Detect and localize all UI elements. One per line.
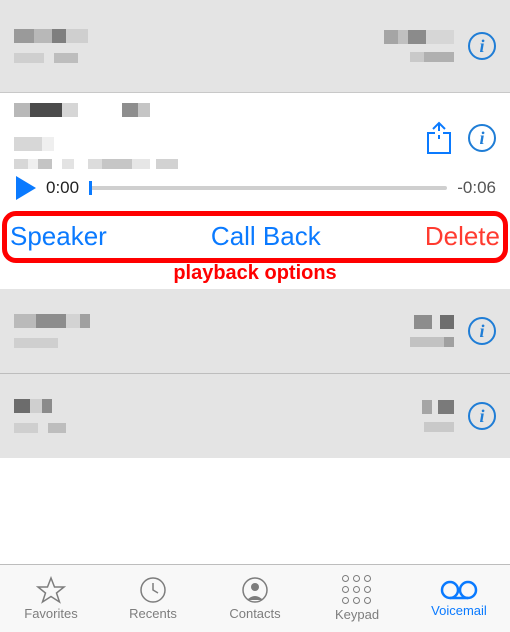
keypad-icon: [342, 575, 372, 605]
delete-button[interactable]: Delete: [425, 221, 500, 252]
tab-label: Contacts: [229, 606, 280, 621]
redacted-sub: [14, 53, 384, 63]
tab-label: Keypad: [335, 607, 379, 622]
redacted-caller: [14, 399, 422, 413]
tab-recents[interactable]: Recents: [102, 565, 204, 632]
info-icon[interactable]: i: [468, 32, 496, 60]
redacted-caller: [14, 29, 384, 43]
tab-bar: Favorites Recents Contacts Keypad Voicem…: [0, 564, 510, 632]
share-icon[interactable]: [424, 121, 454, 155]
redacted-caller: [14, 314, 410, 328]
call-back-button[interactable]: Call Back: [211, 221, 321, 252]
voicemail-icon: [440, 579, 478, 601]
tab-keypad[interactable]: Keypad: [306, 565, 408, 632]
tab-label: Recents: [129, 606, 177, 621]
clock-icon: [139, 576, 167, 604]
scrubber[interactable]: [89, 186, 447, 190]
redacted-sub2: [14, 159, 424, 169]
annotation-label: playback options: [4, 262, 506, 285]
tab-contacts[interactable]: Contacts: [204, 565, 306, 632]
info-icon[interactable]: i: [468, 124, 496, 152]
voicemail-row-content: [14, 103, 424, 169]
contact-icon: [241, 576, 269, 604]
playback-bar: 0:00 -0:06: [0, 173, 510, 211]
redacted-meta: [410, 315, 454, 347]
voicemail-row-content: [14, 399, 422, 433]
remaining-time: -0:06: [457, 178, 496, 198]
redacted-caller: [14, 103, 424, 117]
current-time: 0:00: [46, 178, 79, 198]
tab-label: Voicemail: [431, 603, 487, 618]
playback-actions: Speaker Call Back Delete playback option…: [0, 211, 510, 289]
tab-label: Favorites: [24, 606, 77, 621]
tab-favorites[interactable]: Favorites: [0, 565, 102, 632]
voicemail-row[interactable]: i: [0, 374, 510, 458]
redacted-sub: [14, 137, 424, 151]
voicemail-row[interactable]: i: [0, 289, 510, 373]
info-icon[interactable]: i: [468, 402, 496, 430]
voicemail-row-expanded[interactable]: i: [0, 93, 510, 173]
scrubber-handle[interactable]: [89, 181, 92, 195]
voicemail-row-content: [14, 29, 384, 63]
info-icon[interactable]: i: [468, 317, 496, 345]
redacted-meta: [422, 400, 454, 432]
speaker-button[interactable]: Speaker: [10, 221, 107, 252]
voicemail-row-content: [14, 314, 410, 348]
play-button[interactable]: [14, 175, 36, 201]
redacted-meta: [384, 30, 454, 62]
star-icon: [36, 576, 66, 604]
redacted-sub: [14, 338, 410, 348]
tab-voicemail[interactable]: Voicemail: [408, 565, 510, 632]
voicemail-row[interactable]: i: [0, 0, 510, 92]
redacted-sub: [14, 423, 422, 433]
